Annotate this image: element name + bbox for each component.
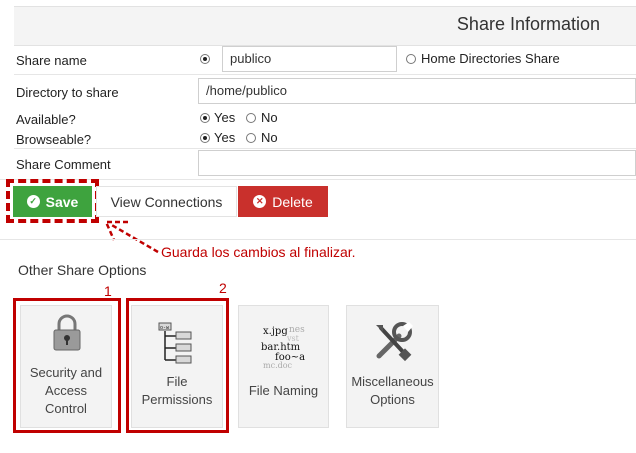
tools-icon — [376, 322, 413, 362]
tile-label-line: File Naming — [248, 383, 319, 398]
divider — [0, 239, 636, 240]
share-name-input[interactable]: publico — [222, 46, 397, 72]
share-comment-label: Share Comment — [16, 157, 111, 172]
delete-button[interactable]: ✕ Delete — [238, 186, 328, 217]
other-options-title: Other Share Options — [18, 262, 147, 278]
divider — [14, 148, 636, 149]
miscellaneous-options-tile[interactable]: Miscellaneous Options — [346, 305, 439, 428]
delete-label: Delete — [272, 193, 313, 210]
available-label: Available? — [16, 112, 76, 127]
divider — [14, 74, 636, 75]
annotation-text: Guarda los cambios al finalizar. — [161, 244, 356, 260]
page-title: Share Information — [456, 14, 600, 34]
home-directories-radio[interactable] — [406, 54, 416, 64]
available-no-radio[interactable] — [246, 113, 256, 123]
file-naming-tile[interactable]: nes x.jpg vst bar.htm foo~a mc.doc File … — [238, 305, 329, 428]
close-icon: ✕ — [253, 195, 267, 208]
save-highlight-box — [6, 179, 99, 223]
share-name-radio[interactable] — [200, 54, 210, 64]
browseable-label: Browseable? — [16, 132, 92, 147]
svg-text:x.jpg: x.jpg — [263, 326, 288, 337]
tile-marker: 1 — [104, 283, 112, 299]
share-name-label: Share name — [16, 53, 87, 68]
directory-input[interactable]: /home/publico — [198, 78, 636, 104]
share-comment-input[interactable] — [198, 150, 636, 176]
browseable-no-radio[interactable] — [246, 133, 256, 143]
available-no-label: No — [261, 110, 278, 125]
svg-text:mc.doc: mc.doc — [263, 361, 293, 370]
directory-label: Directory to share — [16, 85, 119, 100]
file-names-icon: nes x.jpg vst bar.htm foo~a mc.doc — [261, 325, 305, 370]
tile-highlight-box — [13, 298, 121, 433]
browseable-yes-radio[interactable] — [200, 133, 210, 143]
tile-label-line: Miscellaneous — [351, 374, 434, 389]
home-directories-label: Home Directories Share — [421, 51, 560, 66]
annotation-arrow-icon — [104, 220, 159, 254]
tile-label-line: Options — [370, 392, 415, 407]
available-yes-label: Yes — [214, 110, 236, 125]
available-yes-radio[interactable] — [200, 113, 210, 123]
tile-highlight-box — [126, 298, 229, 433]
tile-marker: 2 — [219, 280, 227, 296]
browseable-no-label: No — [261, 130, 278, 145]
browseable-yes-label: Yes — [214, 130, 236, 145]
view-connections-button[interactable]: View Connections — [96, 186, 237, 217]
